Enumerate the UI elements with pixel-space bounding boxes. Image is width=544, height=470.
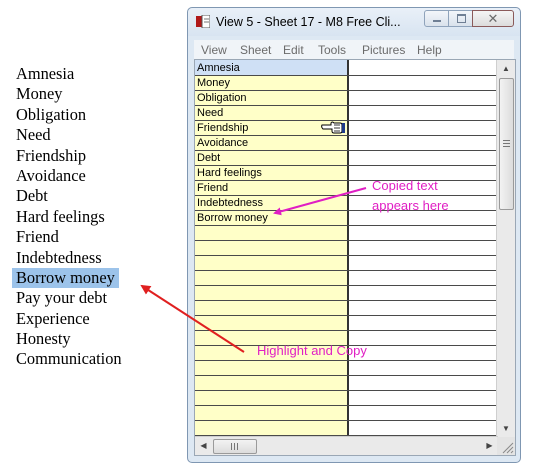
copied-arrow <box>273 187 367 216</box>
highlight-arrow <box>140 284 245 353</box>
annotation-arrows <box>140 187 367 353</box>
